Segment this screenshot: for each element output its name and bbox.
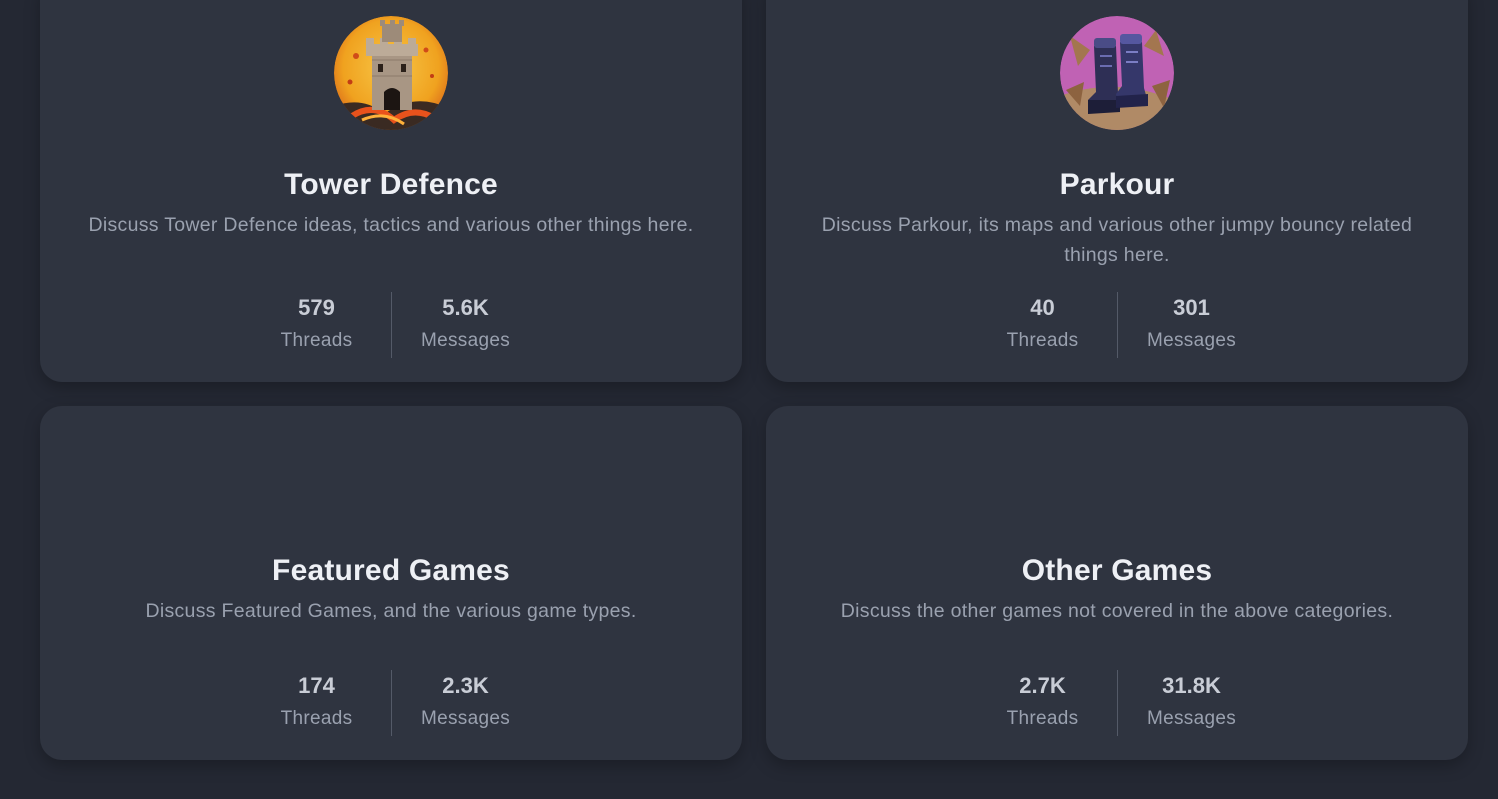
threads-stat: 2.7K Threads bbox=[981, 670, 1105, 736]
threads-count: 2.7K bbox=[1019, 673, 1066, 698]
messages-stat: 2.3K Messages bbox=[404, 670, 528, 736]
messages-label: Messages bbox=[1147, 708, 1236, 729]
category-description: Discuss the other games not covered in t… bbox=[840, 600, 1394, 622]
messages-stat: 31.8K Messages bbox=[1130, 670, 1254, 736]
threads-label: Threads bbox=[1006, 708, 1079, 729]
stat-divider bbox=[390, 670, 392, 736]
threads-label: Threads bbox=[1006, 330, 1079, 351]
category-card-other-games[interactable]: Other Games Discuss the other games not … bbox=[766, 406, 1468, 760]
threads-label: Threads bbox=[280, 708, 353, 729]
category-stats: 579 Threads 5.6K Messages bbox=[40, 292, 742, 358]
threads-stat: 579 Threads bbox=[255, 292, 379, 358]
castle-icon bbox=[334, 16, 448, 130]
stat-divider bbox=[390, 292, 392, 358]
category-card-tower-defence[interactable]: Tower Defence Discuss Tower Defence idea… bbox=[40, 0, 742, 382]
category-title[interactable]: Featured Games bbox=[40, 554, 742, 588]
threads-count: 579 bbox=[298, 295, 335, 320]
messages-label: Messages bbox=[421, 708, 510, 729]
messages-stat: 5.6K Messages bbox=[404, 292, 528, 358]
category-description: Discuss Tower Defence ideas, tactics and… bbox=[88, 214, 694, 236]
threads-stat: 174 Threads bbox=[255, 670, 379, 736]
messages-label: Messages bbox=[421, 330, 510, 351]
stat-divider bbox=[1116, 292, 1118, 358]
threads-count: 40 bbox=[1030, 295, 1055, 320]
messages-label: Messages bbox=[1147, 330, 1236, 351]
threads-count: 174 bbox=[298, 673, 335, 698]
category-stats: 174 Threads 2.3K Messages bbox=[40, 670, 742, 736]
category-title[interactable]: Tower Defence bbox=[40, 168, 742, 202]
category-description: Discuss Parkour, its maps and various ot… bbox=[821, 214, 1413, 266]
category-stats: 2.7K Threads 31.8K Messages bbox=[766, 670, 1468, 736]
boots-icon bbox=[1060, 16, 1174, 130]
category-card-parkour[interactable]: Parkour Discuss Parkour, its maps and va… bbox=[766, 0, 1468, 382]
stat-divider bbox=[1116, 670, 1118, 736]
messages-count: 5.6K bbox=[442, 295, 489, 320]
threads-stat: 40 Threads bbox=[981, 292, 1105, 358]
threads-label: Threads bbox=[280, 330, 353, 351]
messages-count: 2.3K bbox=[442, 673, 489, 698]
category-card-featured-games[interactable]: Featured Games Discuss Featured Games, a… bbox=[40, 406, 742, 760]
messages-stat: 301 Messages bbox=[1130, 292, 1254, 358]
messages-count: 301 bbox=[1173, 295, 1210, 320]
messages-count: 31.8K bbox=[1162, 673, 1221, 698]
category-title[interactable]: Other Games bbox=[766, 554, 1468, 588]
category-grid: Tower Defence Discuss Tower Defence idea… bbox=[40, 0, 1468, 760]
category-stats: 40 Threads 301 Messages bbox=[766, 292, 1468, 358]
category-title[interactable]: Parkour bbox=[766, 168, 1468, 202]
category-description: Discuss Featured Games, and the various … bbox=[145, 600, 637, 622]
